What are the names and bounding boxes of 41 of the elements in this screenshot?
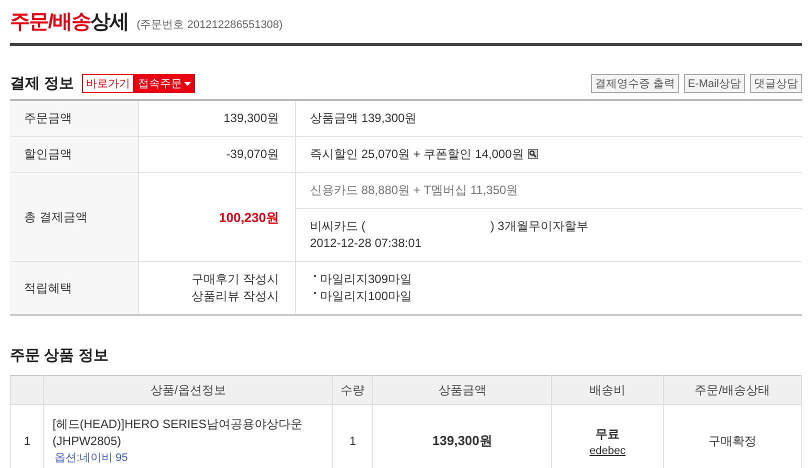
row-label: 총 결제금액 <box>24 210 88 224</box>
seller-link[interactable]: edebec <box>590 444 626 456</box>
magnifier-icon[interactable] <box>528 149 538 159</box>
payment-detail: 신용카드 88,880원 + T멤버십 11,350원 <box>310 183 518 197</box>
row-number: 1 <box>24 434 31 448</box>
column-header: 상품금액 <box>438 382 486 396</box>
product-option: 옵션:네이비 95 <box>52 450 324 466</box>
column-header: 수량 <box>340 382 365 396</box>
action-button[interactable]: 댓글상담 <box>750 74 802 93</box>
column-header: 배송비 <box>590 382 626 396</box>
amount-text: 100,230원 <box>219 210 279 224</box>
product-price: 139,300원 <box>432 433 492 448</box>
row-label: 적립혜택 <box>24 280 72 294</box>
row-label: 주문금액 <box>24 111 72 125</box>
product-name[interactable]: [헤드(HEAD)]HERO SERIES남여공용야상다운(JHPW2805) <box>52 416 324 450</box>
caret-icon <box>184 82 192 86</box>
shortcut-menu[interactable]: 접속주문 <box>134 74 196 93</box>
card-name: 비씨카드 ( <box>310 219 366 233</box>
shortcut-link[interactable]: 바로가기 <box>82 74 134 93</box>
mileage-text: 마일리지100마일 <box>320 288 412 305</box>
amount-text: 구매후기 작성시 <box>192 272 279 286</box>
page-title: 주문/배송상세 <box>10 10 129 35</box>
column-header: 상품/옵션정보 <box>150 382 226 396</box>
shipping-fee: 무료 <box>594 426 621 442</box>
payment-detail: 즉시할인 25,070원 + 쿠폰할인 14,000원 <box>310 147 524 161</box>
mileage-text: 마일리지309마일 <box>320 271 412 288</box>
order-status: 구매확정 <box>708 434 756 448</box>
amount-text: -39,070원 <box>226 147 279 161</box>
quantity: 1 <box>349 434 356 448</box>
amount-text: 상품리뷰 작성시 <box>192 289 279 303</box>
section-heading: 결제 정보 <box>10 74 74 93</box>
row-label: 할인금액 <box>24 147 72 161</box>
amount-text: 139,300원 <box>224 111 279 125</box>
action-button[interactable]: 결제영수증 출력 <box>590 74 679 93</box>
column-header: 주문/배송상태 <box>694 382 770 396</box>
payment-time: 2012-12-28 07:38:01 <box>310 236 422 250</box>
order-number: (주문번호 201212286551308) <box>136 18 283 32</box>
action-button[interactable]: E-Mail상담 <box>684 74 745 93</box>
section-heading: 주문 상품 정보 <box>10 347 108 364</box>
payment-detail: 상품금액 139,300원 <box>310 111 417 125</box>
installment-text: ) 3개월무이자할부 <box>490 219 588 233</box>
